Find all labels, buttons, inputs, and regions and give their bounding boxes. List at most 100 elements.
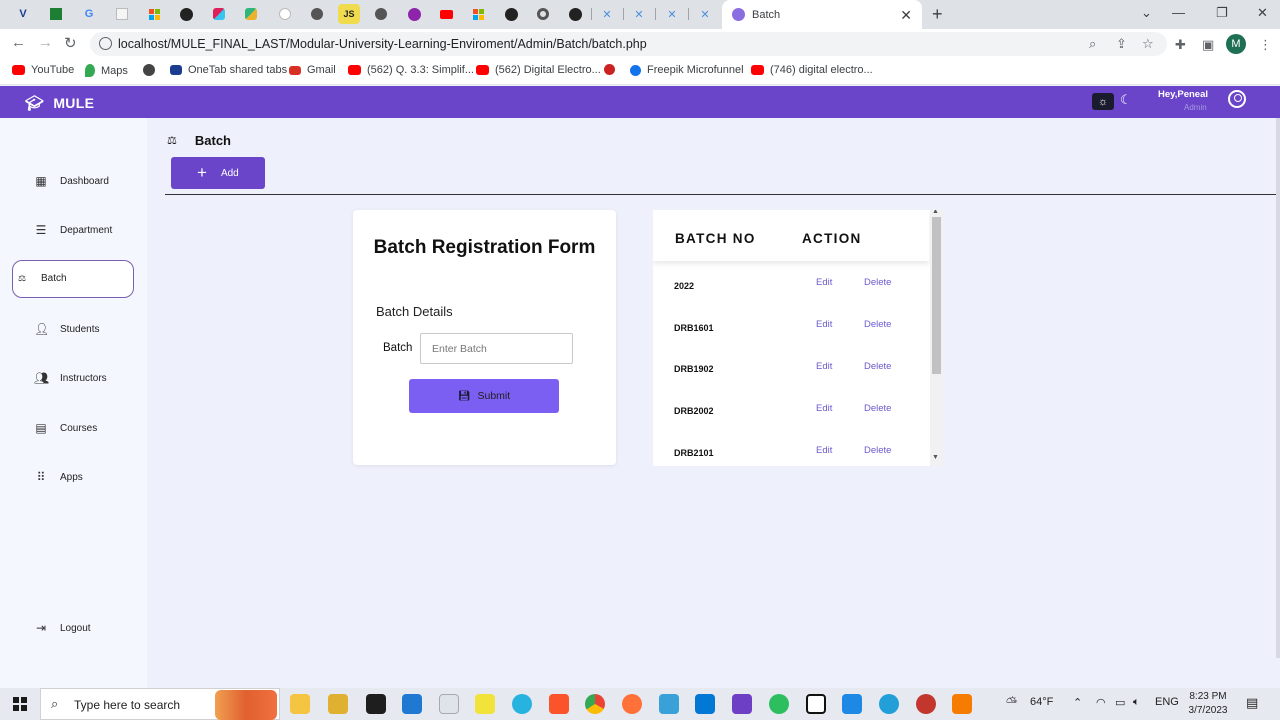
- tab-page-b[interactable]: ✕: [628, 4, 650, 24]
- profile-avatar[interactable]: M: [1226, 34, 1246, 54]
- zoom-icon[interactable]: ⌕: [1089, 36, 1096, 52]
- sidebar-item-courses[interactable]: ▤ Courses: [34, 421, 97, 435]
- minimize-button[interactable]: —: [1172, 5, 1185, 20]
- active-tab[interactable]: Batch ✕: [722, 0, 922, 29]
- bookmark-video-1[interactable]: (562) Q. 3.3: Simplif...: [348, 64, 474, 76]
- side-panel-icon[interactable]: ▣: [1202, 37, 1214, 53]
- logout-button[interactable]: ⇥ Logout: [34, 621, 91, 635]
- bookmark-youtube[interactable]: YouTube: [12, 64, 74, 76]
- pinned-tab-google[interactable]: G: [78, 4, 100, 24]
- delete-link[interactable]: Delete: [864, 277, 891, 288]
- tab-page-c[interactable]: ✕: [661, 4, 683, 24]
- pinned-tab-github-3[interactable]: [564, 4, 586, 24]
- brand-logo[interactable]: 🎓︎ MULE: [25, 94, 94, 112]
- app-icon-3[interactable]: [439, 694, 459, 714]
- batch-input[interactable]: [420, 333, 573, 364]
- pinned-tab-purple[interactable]: [403, 4, 425, 24]
- tray-chevron-icon[interactable]: ⌃: [1073, 696, 1082, 709]
- bookmark-globe[interactable]: [143, 64, 161, 76]
- tab-page-a[interactable]: ✕: [596, 4, 618, 24]
- pinned-tab-github[interactable]: [175, 4, 197, 24]
- scrollbar-thumb[interactable]: [932, 217, 941, 374]
- wifi-icon[interactable]: ◠: [1096, 696, 1106, 709]
- app-icon-2[interactable]: [402, 694, 422, 714]
- pinned-tab-globe[interactable]: [306, 4, 328, 24]
- sidebar-item-dashboard[interactable]: ▦ Dashboard: [34, 174, 109, 188]
- bookmark-video-3[interactable]: (746) digital electro...: [751, 64, 873, 76]
- telegram-icon[interactable]: [879, 694, 899, 714]
- pinned-tab-globe-2[interactable]: [370, 4, 392, 24]
- sidebar-item-instructors[interactable]: 👥︎ Instructors: [34, 371, 107, 385]
- notion-icon[interactable]: [806, 694, 826, 714]
- sidebar-item-students[interactable]: 👤︎ Students: [34, 322, 99, 336]
- taskbar-clock[interactable]: 8:23 PM 3/7/2023: [1180, 690, 1236, 718]
- pinned-tab-microsoft[interactable]: [143, 4, 165, 24]
- maximize-button[interactable]: ❐: [1216, 5, 1228, 21]
- edit-link[interactable]: Edit: [816, 403, 832, 414]
- battery-icon[interactable]: ▭: [1115, 696, 1125, 709]
- pinned-tab-sheets[interactable]: [45, 4, 67, 24]
- share-icon[interactable]: ⇪: [1116, 36, 1127, 52]
- sidebar-item-department[interactable]: ☰ Department: [34, 223, 113, 237]
- volume-icon[interactable]: 🔈︎: [1133, 696, 1140, 709]
- pinned-tab-slack-2[interactable]: [240, 4, 262, 24]
- user-profile-icon[interactable]: [1228, 90, 1246, 108]
- pinned-tab-js[interactable]: JS: [338, 4, 360, 24]
- bookmark-freepik[interactable]: Freepik Microfunnel: [630, 64, 744, 76]
- pinned-tab-github-2[interactable]: [500, 4, 522, 24]
- tab-page-d[interactable]: ✕: [694, 4, 716, 24]
- bookmark-maps[interactable]: Maps: [85, 64, 128, 77]
- pinned-tab-onetab[interactable]: V: [12, 4, 34, 24]
- pinned-tab-page-2[interactable]: [274, 4, 296, 24]
- bookmark-red[interactable]: [604, 64, 621, 75]
- back-icon[interactable]: ←: [11, 34, 26, 51]
- light-mode-toggle[interactable]: ☼: [1092, 93, 1114, 110]
- sticky-notes-icon[interactable]: [475, 694, 495, 714]
- bookmark-gmail[interactable]: Gmail: [289, 64, 336, 76]
- vscode-icon[interactable]: [695, 694, 715, 714]
- firefox-icon[interactable]: [622, 694, 642, 714]
- pinned-tab-record[interactable]: [532, 4, 554, 24]
- tab-search-icon[interactable]: ⌄: [1141, 5, 1152, 21]
- sidebar-item-apps[interactable]: ⠿ Apps: [34, 470, 83, 484]
- new-tab-button[interactable]: +: [932, 4, 943, 25]
- language-indicator[interactable]: ENG: [1155, 696, 1179, 708]
- forward-icon[interactable]: →: [38, 34, 53, 51]
- pinned-tab-youtube[interactable]: [435, 4, 457, 24]
- evernote-icon[interactable]: [769, 694, 789, 714]
- edit-link[interactable]: Edit: [816, 361, 832, 372]
- dark-mode-toggle[interactable]: ☾: [1120, 92, 1132, 108]
- edit-link[interactable]: Edit: [816, 277, 832, 288]
- submit-button[interactable]: 💾︎ Submit: [409, 379, 559, 413]
- notification-icon[interactable]: ▤: [1246, 695, 1258, 711]
- delete-link[interactable]: Delete: [864, 361, 891, 372]
- temperature-text[interactable]: 64°F: [1030, 696, 1053, 708]
- delete-link[interactable]: Delete: [864, 403, 891, 414]
- file-explorer-icon[interactable]: [290, 694, 310, 714]
- powerpoint-icon[interactable]: [916, 694, 936, 714]
- windows-start-icon[interactable]: [13, 697, 27, 711]
- bookmark-video-2[interactable]: (562) Digital Electro...: [476, 64, 601, 76]
- app-icon-1[interactable]: [328, 694, 348, 714]
- extensions-icon[interactable]: ✚: [1175, 37, 1186, 53]
- edit-link[interactable]: Edit: [816, 445, 832, 456]
- scroll-up-icon[interactable]: ▲: [932, 210, 939, 215]
- todo-icon[interactable]: [842, 694, 862, 714]
- bookmark-onetab[interactable]: OneTab shared tabs: [170, 64, 287, 76]
- app-icon-4[interactable]: [659, 694, 679, 714]
- pinned-tab-page[interactable]: [111, 4, 133, 24]
- brave-icon[interactable]: [549, 694, 569, 714]
- chrome-icon[interactable]: [585, 694, 605, 714]
- page-scrollbar[interactable]: [1276, 118, 1280, 658]
- sidebar-item-batch[interactable]: ⚖︎ Batch: [15, 273, 67, 284]
- delete-link[interactable]: Delete: [864, 445, 891, 456]
- canva-icon[interactable]: [512, 694, 532, 714]
- close-window-button[interactable]: ✕: [1257, 5, 1268, 21]
- visual-studio-icon[interactable]: [732, 694, 752, 714]
- taskbar-search[interactable]: ⌕ Type here to search: [40, 688, 280, 720]
- add-button[interactable]: + Add: [171, 157, 265, 189]
- menu-icon[interactable]: ⋮: [1259, 37, 1272, 53]
- bookmark-star-icon[interactable]: ☆: [1142, 36, 1154, 52]
- reload-icon[interactable]: ↻: [64, 34, 77, 52]
- scroll-down-icon[interactable]: ▼: [932, 454, 939, 461]
